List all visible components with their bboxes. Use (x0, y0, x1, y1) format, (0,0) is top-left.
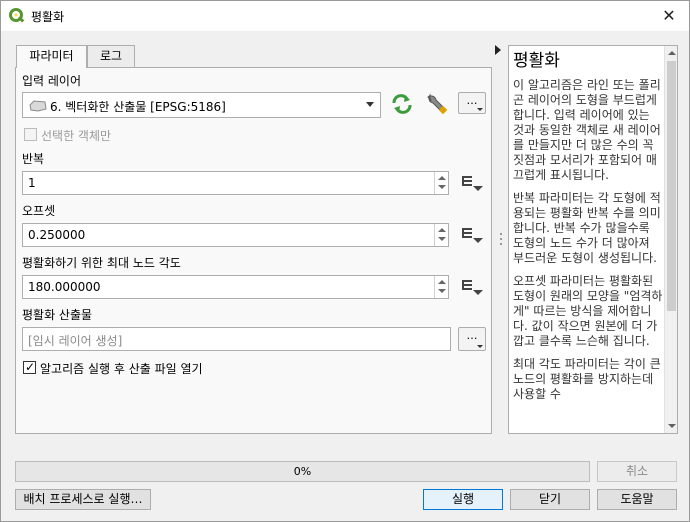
close-window-button[interactable]: ✕ (649, 1, 689, 31)
help-paragraph: 반복 파라미터는 각 도형에 적용되는 평활화 반복 수를 의미합니다. 반복 … (513, 191, 661, 265)
tab-parameters[interactable]: 파라미터 (16, 45, 87, 68)
ellipsis-icon: … (466, 94, 478, 107)
input-layer-combobox[interactable]: 6. 벡터화한 산출물 [EPSG:5186] (22, 92, 381, 118)
offset-spinbox[interactable]: 0.250000 (22, 223, 449, 247)
max-angle-spinbox[interactable]: 180.000000 (22, 275, 449, 299)
spin-up-icon[interactable] (438, 280, 446, 284)
offset-value: 0.250000 (28, 228, 86, 242)
iterations-spinbox[interactable]: 1 (22, 171, 449, 195)
iterate-features-icon[interactable] (389, 93, 415, 115)
help-panel: 평활화 이 알고리즘은 라인 또는 폴리곤 레이어의 도형을 부드럽게 합니다.… (508, 45, 678, 434)
max-angle-value: 180.000000 (28, 280, 101, 294)
spin-up-icon[interactable] (438, 228, 446, 232)
run-button[interactable]: 실행 (423, 489, 503, 510)
data-defined-override-icon[interactable] (459, 276, 485, 298)
collapse-help-arrow-icon[interactable] (495, 45, 501, 55)
spin-down-icon[interactable] (438, 185, 446, 189)
help-text: 이 알고리즘은 라인 또는 폴리곤 레이어의 도형을 부드럽게 합니다. 입력 … (513, 78, 664, 410)
iterations-label: 반복 (22, 152, 45, 166)
iterations-value: 1 (28, 176, 36, 190)
progress-bar: 0% (15, 461, 590, 482)
output-field[interactable]: [임시 레이어 생성] (22, 327, 451, 351)
selected-only-checkbox[interactable] (24, 128, 37, 141)
iterations-stepper[interactable] (434, 172, 448, 194)
spin-down-icon[interactable] (438, 289, 446, 293)
input-layer-label: 입력 레이어 (22, 74, 82, 88)
help-paragraph: 최대 각도 파라미터는 각이 큰 노드의 평활화를 방지하는데 사용할 수 (513, 357, 661, 401)
max-angle-stepper[interactable] (434, 276, 448, 298)
offset-stepper[interactable] (434, 224, 448, 246)
run-as-batch-button[interactable]: 배치 프로세스로 실행… (15, 489, 151, 510)
chevron-down-icon (366, 102, 374, 107)
polygon-layer-icon (29, 100, 47, 112)
open-output-label: 알고리즘 실행 후 산출 파일 열기 (40, 362, 203, 376)
spin-up-icon[interactable] (438, 176, 446, 180)
output-label: 평활화 산출물 (22, 308, 93, 322)
splitter-handle-icon[interactable] (500, 233, 502, 249)
output-more-button[interactable]: … (458, 327, 486, 351)
input-layer-value: 6. 벡터화한 산출물 [EPSG:5186] (50, 100, 226, 114)
max-angle-label: 평활화하기 위한 최대 노드 각도 (22, 256, 181, 270)
data-defined-override-icon[interactable] (459, 172, 485, 194)
help-button[interactable]: 도움말 (597, 489, 677, 510)
output-placeholder: [임시 레이어 생성] (28, 334, 123, 348)
help-paragraph: 이 알고리즘은 라인 또는 폴리곤 레이어의 도형을 부드럽게 합니다. 입력 … (513, 78, 661, 182)
input-layer-more-button[interactable]: … (458, 92, 486, 114)
check-icon: ✓ (25, 360, 36, 374)
parameters-panel: 입력 레이어 6. 벡터화한 산출물 [EPSG:5186] … 선택한 객체만… (15, 67, 492, 434)
title-bar: 평활화 ✕ (1, 1, 689, 31)
progress-text: 0% (293, 465, 312, 478)
ellipsis-icon: … (466, 329, 478, 342)
data-defined-override-icon[interactable] (459, 224, 485, 246)
cancel-button[interactable]: 취소 (597, 461, 677, 482)
dropdown-triangle-icon (477, 108, 483, 111)
help-title: 평활화 (513, 51, 560, 71)
qgis-logo-icon (9, 8, 25, 23)
tab-log[interactable]: 로그 (87, 45, 135, 67)
help-scrollbar[interactable] (664, 46, 677, 433)
selected-only-label: 선택한 객체만 (41, 129, 112, 143)
open-output-checkbox[interactable]: ✓ (23, 360, 36, 374)
dropdown-triangle-icon (477, 345, 483, 348)
spin-down-icon[interactable] (438, 237, 446, 241)
scrollbar-thumb[interactable] (667, 61, 676, 311)
scroll-up-icon[interactable] (668, 51, 676, 55)
processing-dialog: 평활화 ✕ 파라미터 로그 입력 레이어 6. 벡터화한 산출물 [EPSG:5… (0, 0, 690, 522)
help-paragraph: 오프셋 파라미터는 평활화된 도형이 원래의 모양을 "엄격하게" 따르는 방식… (513, 274, 663, 348)
wrench-icon[interactable] (424, 93, 450, 115)
scroll-down-icon[interactable] (668, 424, 676, 428)
close-button[interactable]: 닫기 (510, 489, 590, 510)
offset-label: 오프셋 (22, 204, 56, 218)
window-title: 평활화 (31, 10, 65, 24)
